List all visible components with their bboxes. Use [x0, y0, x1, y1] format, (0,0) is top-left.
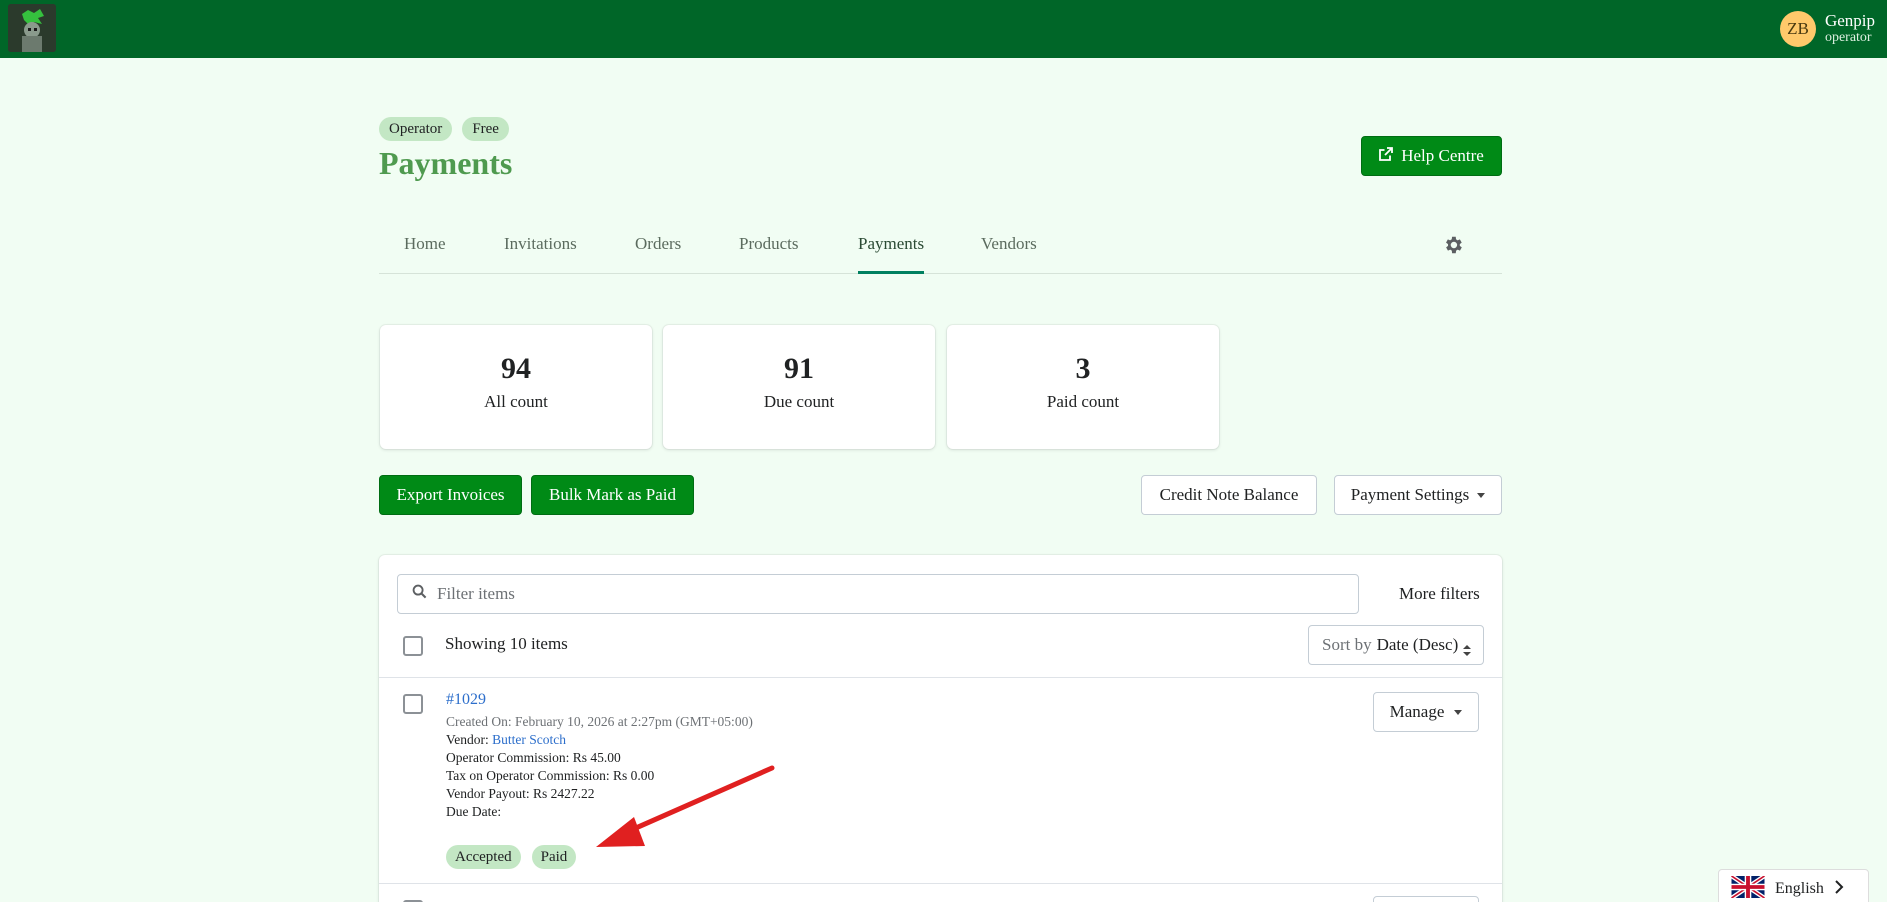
status-badge-accepted: Accepted [446, 845, 521, 869]
payment-settings-button[interactable]: Payment Settings [1334, 475, 1502, 515]
more-filters-button[interactable]: More filters [1387, 574, 1492, 614]
manage-button[interactable] [1373, 896, 1479, 902]
stat-label: All count [484, 392, 548, 411]
created-on: Created On: February 10, 2026 at 2:27pm … [446, 714, 753, 729]
sort-select[interactable]: Sort by Date (Desc) [1308, 625, 1484, 665]
status-badge-paid: Paid [531, 845, 577, 869]
payments-list: More filters Showing 10 items Sort by Da… [379, 555, 1502, 902]
nav-tabs: Home Invitations Orders Products Payment… [379, 226, 1502, 274]
uk-flag-icon [1730, 873, 1766, 902]
top-bar: ZB Genpip operator [0, 0, 1887, 58]
tax-on-commission: Tax on Operator Commission: Rs 0.00 [446, 768, 655, 783]
credit-note-balance-button[interactable]: Credit Note Balance [1141, 475, 1317, 515]
sort-prefix: Sort by [1322, 635, 1372, 654]
stat-value: 91 [784, 352, 814, 385]
operator-commission: Operator Commission: Rs 45.00 [446, 750, 621, 765]
stat-label: Due count [763, 392, 835, 411]
payment-settings-label: Payment Settings [1350, 485, 1470, 504]
search-input[interactable] [437, 584, 1337, 604]
external-link-icon [1379, 146, 1394, 166]
vendor-payout: Vendor Payout: Rs 2427.22 [446, 786, 595, 801]
tab-home[interactable]: Home [404, 234, 446, 274]
language-label: English [1775, 880, 1824, 897]
user-role: operator [1824, 30, 1872, 45]
avatar: ZB [1779, 11, 1816, 47]
chevron-down-icon [1454, 709, 1463, 715]
stat-label: Paid count [1046, 392, 1120, 411]
tab-products[interactable]: Products [739, 234, 799, 274]
stat-card-paid[interactable]: 3 Paid count [947, 325, 1219, 449]
due-date: Due Date: [446, 804, 502, 819]
select-all-checkbox[interactable] [403, 636, 423, 656]
row-divider [379, 677, 1502, 678]
language-selector[interactable]: English [1718, 869, 1869, 902]
sort-arrows-icon [1463, 641, 1471, 661]
tab-orders[interactable]: Orders [635, 234, 681, 274]
sort-value: Date (Desc) [1376, 635, 1459, 654]
manage-button[interactable]: Manage [1373, 692, 1479, 732]
stat-value: 94 [501, 352, 531, 385]
plan-badges: Operator Free [379, 117, 509, 141]
chevron-down-icon [1477, 492, 1486, 498]
tab-vendors[interactable]: Vendors [981, 234, 1037, 274]
role-badge: Operator [379, 117, 453, 141]
vendor-line: Vendor: Butter Scotch [446, 732, 566, 748]
vendor-link[interactable]: Butter Scotch [492, 732, 566, 747]
invoice-id-link[interactable]: #1029 [446, 691, 486, 709]
row-divider [379, 883, 1502, 884]
gear-icon[interactable] [1442, 234, 1464, 256]
help-centre-button[interactable]: Help Centre [1361, 136, 1502, 176]
page-title: Payments [379, 145, 513, 181]
export-invoices-button[interactable]: Export Invoices [379, 475, 522, 515]
user-menu[interactable]: ZB Genpip operator [1779, 10, 1875, 48]
stat-card-due[interactable]: 91 Due count [663, 325, 935, 449]
row-checkbox[interactable] [403, 694, 423, 714]
help-centre-label: Help Centre [1401, 146, 1484, 165]
stat-card-all[interactable]: 94 All count [380, 325, 652, 449]
status-badges: Accepted Paid [446, 845, 577, 869]
vendor-label: Vendor: [446, 732, 489, 747]
plan-badge: Free [462, 117, 509, 141]
tab-invitations[interactable]: Invitations [504, 234, 577, 274]
chevron-right-icon [1834, 879, 1844, 899]
search-icon [412, 584, 427, 604]
stat-value: 3 [1075, 352, 1091, 385]
app-logo[interactable] [8, 4, 56, 52]
search-field[interactable] [397, 574, 1359, 614]
bulk-mark-paid-button[interactable]: Bulk Mark as Paid [531, 475, 694, 515]
user-name: Genpip [1824, 11, 1875, 30]
tab-payments[interactable]: Payments [858, 234, 925, 274]
manage-label: Manage [1389, 702, 1445, 721]
showing-count: Showing 10 items [445, 634, 568, 653]
